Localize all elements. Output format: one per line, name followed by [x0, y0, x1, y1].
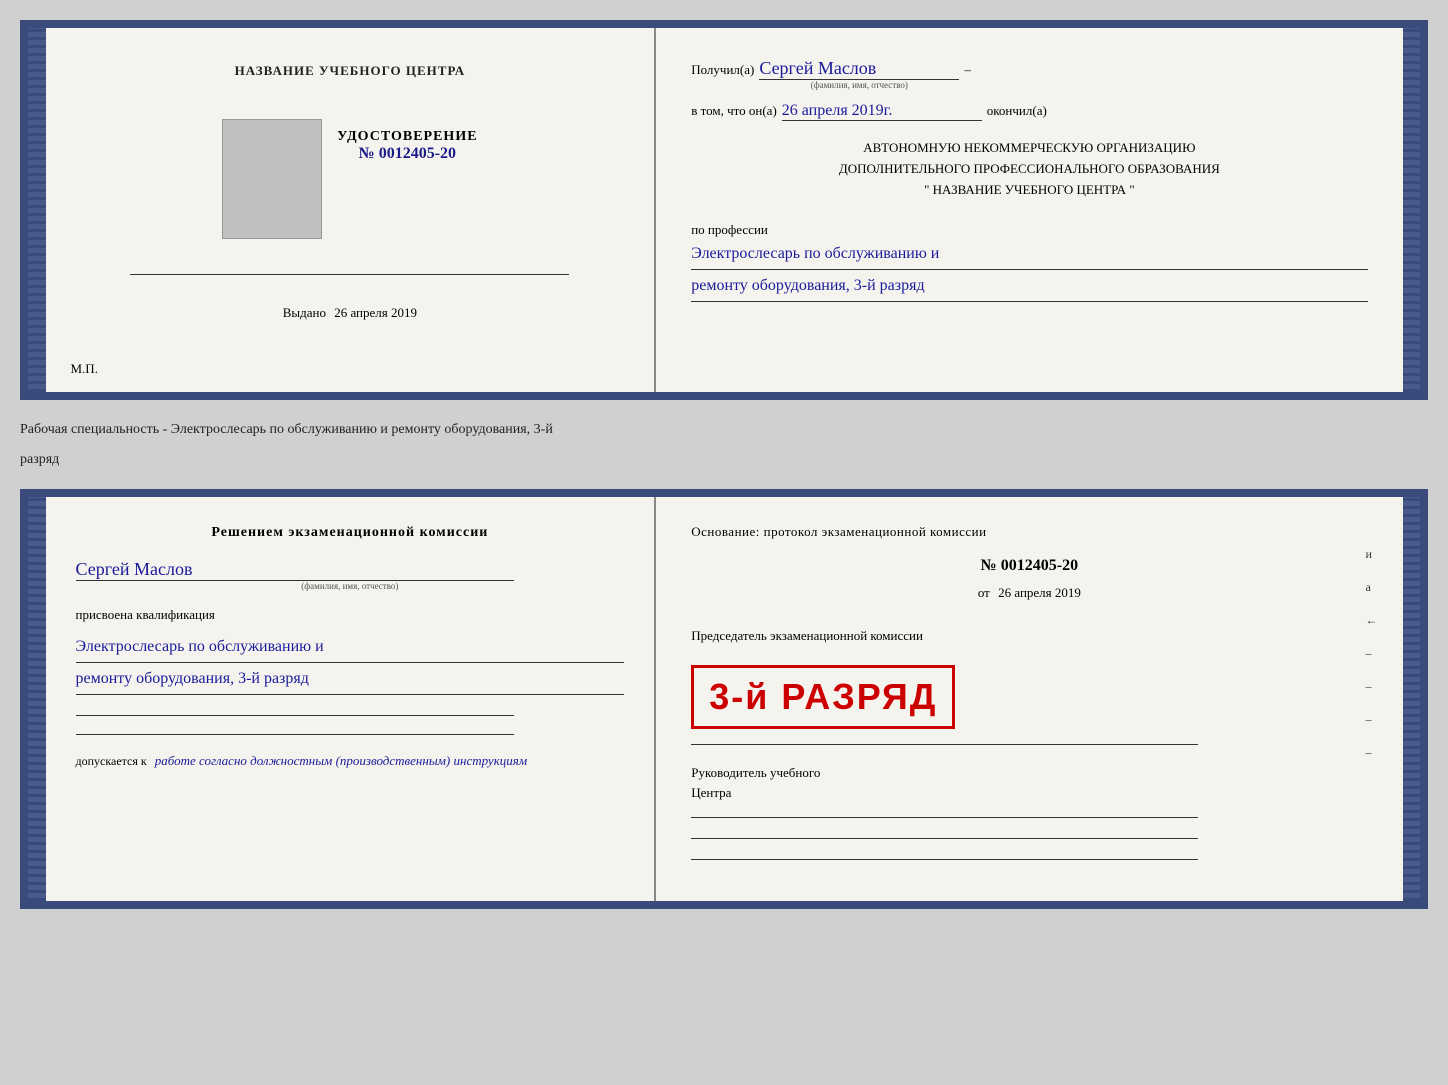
- rukovoditel-text: Руководитель учебного: [691, 765, 820, 780]
- dopuskaetsya-label: допускается к: [76, 754, 147, 768]
- udostoverenie-title: УДОСТОВЕРЕНИЕ: [337, 129, 477, 145]
- prisvoena-label: присвоена квалификация: [76, 607, 625, 623]
- right-spine-bottom: [1403, 497, 1421, 901]
- mark-6: –: [1366, 712, 1378, 727]
- ot-date: 26 апреля 2019: [998, 585, 1081, 600]
- resheniem-title: Решением экзаменационной комиссии: [76, 522, 625, 543]
- stamp-big-text: 3-й РАЗРЯД: [709, 676, 937, 718]
- vtom-row: в том, что он(а) 26 апреля 2019г. окончи…: [691, 102, 1367, 121]
- main-line3: " НАЗВАНИЕ УЧЕБНОГО ЦЕНТРА ": [691, 180, 1367, 201]
- left-spine-bottom: [28, 497, 46, 901]
- right-side-marks: и а ← – – – –: [1366, 547, 1378, 760]
- profession-line2: ремонту оборудования, 3-й разряд: [691, 272, 1367, 302]
- okonchil-label: окончил(а): [987, 103, 1047, 119]
- vtom-label: в том, что он(а): [691, 103, 777, 119]
- udostoverenie-num: № 0012405-20: [337, 145, 477, 163]
- vtom-date: 26 апреля 2019г.: [782, 102, 982, 121]
- left-spine: [28, 28, 46, 392]
- qual-block: Электрослесарь по обслуживанию и ремонту…: [76, 631, 625, 695]
- vydano-line: Выдано 26 апреля 2019: [283, 305, 417, 321]
- top-cert-right-panel: Получил(а) Сергей Маслов (фамилия, имя, …: [656, 28, 1402, 392]
- bottom-num: № 0012405-20: [691, 557, 1367, 575]
- mark-5: –: [1366, 679, 1378, 694]
- po-professii-label: по профессии: [691, 222, 1367, 238]
- document-container: НАЗВАНИЕ УЧЕБНОГО ЦЕНТРА УДОСТОВЕРЕНИЕ №…: [20, 20, 1428, 909]
- stamp-area: 3-й РАЗРЯД: [691, 660, 1367, 729]
- profession-block: по профессии Электрослесарь по обслужива…: [691, 222, 1367, 302]
- right-spine-top: [1403, 28, 1421, 392]
- main-line2: ДОПОЛНИТЕЛЬНОГО ПРОФЕССИОНАЛЬНОГО ОБРАЗО…: [691, 159, 1367, 180]
- top-cert-left-panel: НАЗВАНИЕ УЧЕБНОГО ЦЕНТРА УДОСТОВЕРЕНИЕ №…: [46, 28, 657, 392]
- poluchil-row: Получил(а) Сергей Маслов (фамилия, имя, …: [691, 58, 1367, 90]
- bottom-cert-right-panel: Основание: протокол экзаменационной коми…: [656, 497, 1402, 901]
- main-text-block: АВТОНОМНУЮ НЕКОММЕРЧЕСКУЮ ОРГАНИЗАЦИЮ ДО…: [691, 138, 1367, 200]
- mark-3: ←: [1366, 613, 1378, 628]
- mark-1: и: [1366, 547, 1378, 562]
- name-sublabel: (фамилия, имя, отчество): [759, 80, 959, 90]
- mp-line: М.П.: [71, 361, 98, 377]
- osnovanie-label: Основание: протокол экзаменационной коми…: [691, 522, 1367, 542]
- name-block: Сергей Маслов (фамилия, имя, отчество): [759, 58, 959, 90]
- mark-4: –: [1366, 646, 1378, 661]
- stamp-box: 3-й РАЗРЯД: [691, 665, 955, 729]
- top-center-title: НАЗВАНИЕ УЧЕБНОГО ЦЕНТРА: [235, 63, 466, 79]
- top-certificate: НАЗВАНИЕ УЧЕБНОГО ЦЕНТРА УДОСТОВЕРЕНИЕ №…: [20, 20, 1428, 400]
- between-text-container: Рабочая специальность - Электрослесарь п…: [20, 410, 1428, 479]
- ot-label: от: [978, 585, 990, 600]
- tsentra-text: Центра: [691, 785, 731, 800]
- ot-row: от 26 апреля 2019: [691, 585, 1367, 601]
- qual-line1: Электрослесарь по обслуживанию и: [76, 633, 625, 663]
- between-text-line1: Рабочая специальность - Электрослесарь п…: [20, 415, 1428, 445]
- vydano-date: 26 апреля 2019: [334, 305, 417, 320]
- qual-line2: ремонту оборудования, 3-й разряд: [76, 665, 625, 695]
- bottom-name-sublabel: (фамилия, имя, отчество): [76, 581, 625, 591]
- rukovoditel-label: Руководитель учебного Центра: [691, 763, 1367, 802]
- vydano-label: Выдано: [283, 305, 326, 320]
- main-line1: АВТОНОМНУЮ НЕКОММЕРЧЕСКУЮ ОРГАНИЗАЦИЮ: [691, 138, 1367, 159]
- bottom-recipient-name: Сергей Маслов: [76, 559, 625, 580]
- profession-line1: Электрослесарь по обслуживанию и: [691, 240, 1367, 270]
- between-text-line2: разряд: [20, 445, 1428, 475]
- dopusk-text: работе согласно должностным (производств…: [155, 753, 527, 768]
- predsedatel-label: Председатель экзаменационной комиссии: [691, 626, 1367, 646]
- dopuskaetsya-block: допускается к работе согласно должностны…: [76, 753, 625, 769]
- recipient-name: Сергей Маслов: [759, 58, 959, 80]
- photo-placeholder: [222, 119, 322, 239]
- mark-2: а: [1366, 580, 1378, 595]
- udostoverenie-block: УДОСТОВЕРЕНИЕ № 0012405-20: [337, 129, 477, 163]
- mark-7: –: [1366, 745, 1378, 760]
- dash-label: –: [964, 62, 971, 78]
- bottom-cert-left-panel: Решением экзаменационной комиссии Сергей…: [46, 497, 657, 901]
- bottom-certificate: Решением экзаменационной комиссии Сергей…: [20, 489, 1428, 909]
- poluchil-label: Получил(а): [691, 62, 754, 78]
- bottom-name-block: Сергей Маслов (фамилия, имя, отчество): [76, 559, 625, 591]
